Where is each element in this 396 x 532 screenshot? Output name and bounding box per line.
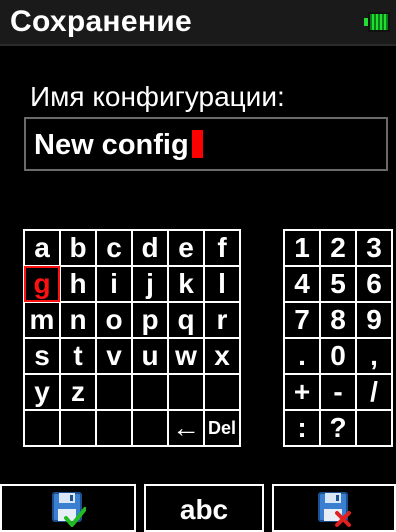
letter-key[interactable]: r [203,301,241,339]
letter-key[interactable]: j [131,265,169,303]
delete-key[interactable]: Del [203,409,241,447]
letter-key-row: yz [23,373,241,411]
page-title: Сохранение [10,5,192,38]
digit-key-row: 456 [283,265,393,303]
digit-key[interactable]: : [283,409,321,447]
digit-key[interactable]: - [319,373,357,411]
letter-key-row: ghijkl [23,265,241,303]
letter-key[interactable]: t [59,337,97,375]
letter-key-row: mnopqr [23,301,241,339]
digit-key-empty[interactable] [355,409,393,447]
letter-key-row: stvuwx [23,337,241,375]
letter-key[interactable]: f [203,229,241,267]
digit-key[interactable]: 6 [355,265,393,303]
config-name-text: New config [34,129,189,161]
letter-key[interactable]: d [131,229,169,267]
digit-key[interactable]: ? [319,409,357,447]
letter-key[interactable]: q [167,301,205,339]
digit-key-row: .0, [283,337,393,375]
digit-key[interactable]: 2 [319,229,357,267]
letter-key-empty[interactable] [95,409,133,447]
cancel-button[interactable] [272,484,396,532]
letter-key-empty[interactable] [59,409,97,447]
digit-key[interactable]: , [355,337,393,375]
digit-key[interactable]: 7 [283,301,321,339]
letter-keyboard: a b c d e f g h i j k l m n o p q r s t v u w x y z ← Del [23,229,241,447]
letter-key[interactable]: w [167,337,205,375]
digit-key[interactable]: 8 [319,301,357,339]
save-cancel-icon [318,492,351,527]
battery-full-icon [364,12,390,32]
digit-key-row: :? [283,409,393,447]
config-name-label: Имя конфигурации: [30,81,285,112]
text-cursor [191,130,203,158]
letter-key[interactable]: x [203,337,241,375]
letter-key[interactable]: i [95,265,133,303]
bottom-toolbar: abc [0,484,396,532]
letter-key[interactable]: y [23,373,61,411]
letter-key[interactable]: p [131,301,169,339]
digit-key-row: + - / [283,373,393,411]
config-name-value: New config [34,128,203,162]
letter-key-empty[interactable] [131,373,169,411]
letter-key[interactable]: n [59,301,97,339]
letter-key[interactable]: u [131,337,169,375]
config-name-field[interactable]: New config [24,117,388,171]
letter-key[interactable]: g [23,265,61,303]
letter-key-empty[interactable] [23,409,61,447]
letter-key[interactable]: o [95,301,133,339]
keyboard-mode-button[interactable]: abc [144,484,264,532]
letter-key-empty[interactable] [203,373,241,411]
digit-key[interactable]: / [355,373,393,411]
digit-key[interactable]: 5 [319,265,357,303]
digit-key-row: 789 [283,301,393,339]
letter-key[interactable]: l [203,265,241,303]
digit-key[interactable]: 9 [355,301,393,339]
letter-key[interactable]: s [23,337,61,375]
digit-key[interactable]: 3 [355,229,393,267]
save-button[interactable] [0,484,136,532]
title-bar: Сохранение [0,0,396,46]
digit-key[interactable]: 0 [319,337,357,375]
backspace-key[interactable]: ← [167,409,205,447]
letter-key-row: ← Del [23,409,241,447]
letter-key[interactable]: z [59,373,97,411]
letter-key[interactable]: m [23,301,61,339]
letter-key[interactable]: v [95,337,133,375]
digit-key[interactable]: 4 [283,265,321,303]
letter-key[interactable]: a [23,229,61,267]
letter-key[interactable]: k [167,265,205,303]
digit-key[interactable]: + [283,373,321,411]
keyboard-mode-label: abc [179,494,229,525]
digit-key[interactable]: . [283,337,321,375]
digit-key[interactable]: 1 [283,229,321,267]
digit-keyboard: 1 2 3 4 5 6 7 8 9. 0, + - /:? [283,229,393,447]
letter-key[interactable]: h [59,265,97,303]
letter-key-empty[interactable] [95,373,133,411]
letter-key-empty[interactable] [131,409,169,447]
letter-key-empty[interactable] [167,373,205,411]
digit-key-row: 123 [283,229,393,267]
letter-key[interactable]: e [167,229,205,267]
letter-key[interactable]: b [59,229,97,267]
save-confirm-icon [52,492,86,527]
letter-key-row: abcdef [23,229,241,267]
letter-key[interactable]: c [95,229,133,267]
